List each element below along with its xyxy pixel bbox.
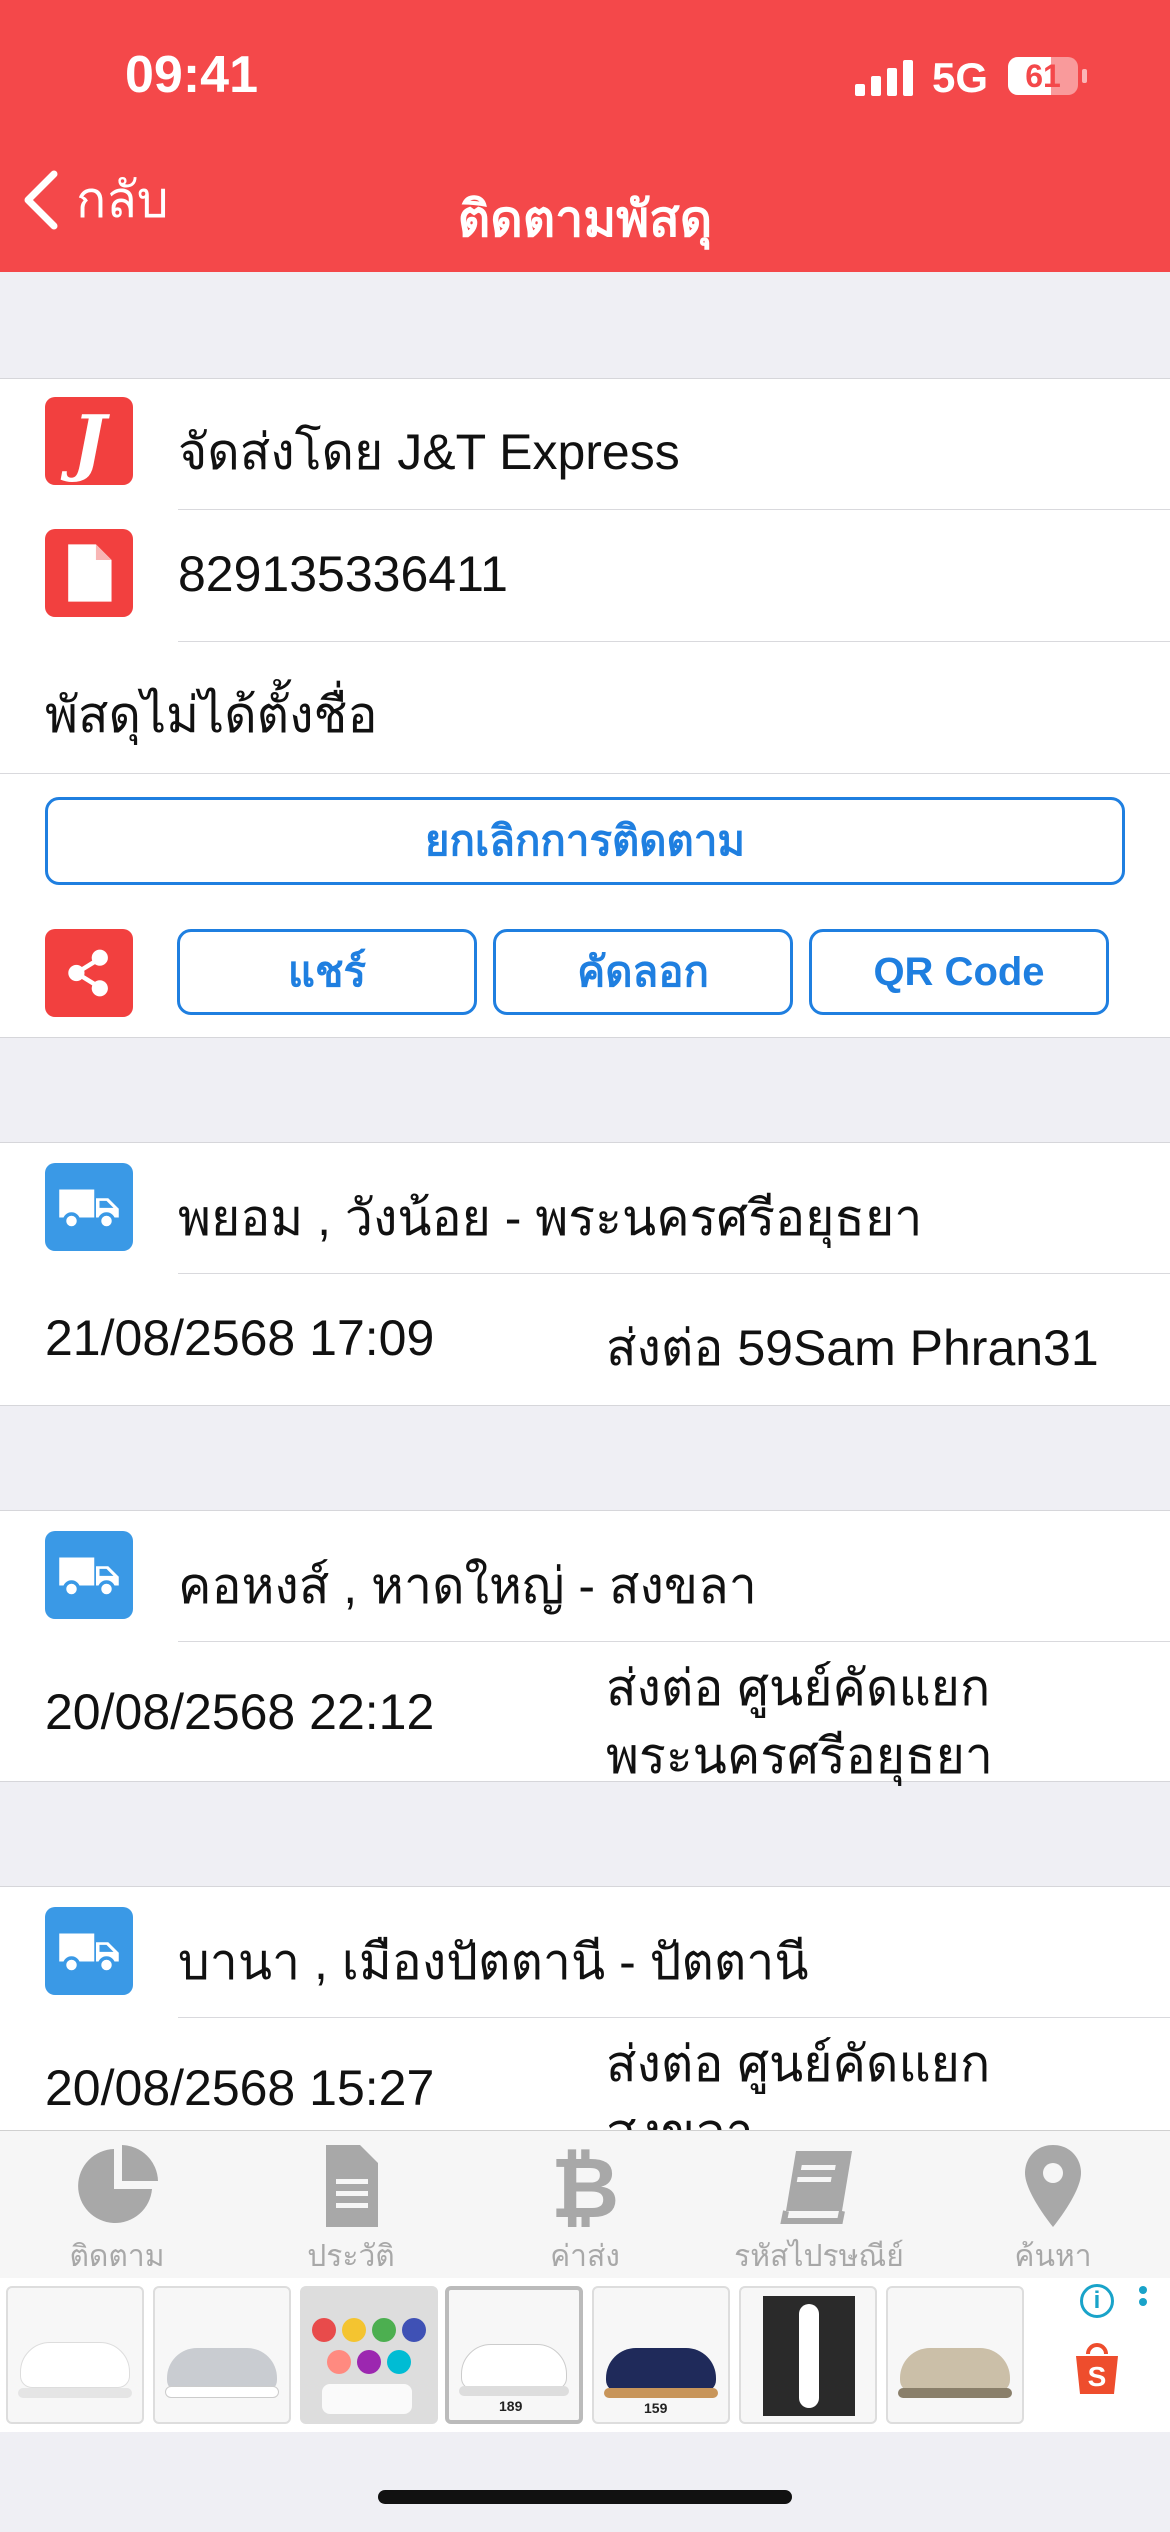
event-datetime: 20/08/2568 15:27 (45, 2060, 435, 2116)
tab-label: ติดตาม (69, 2240, 165, 2273)
pie-chart-icon (78, 2145, 158, 2223)
shopee-icon[interactable]: S (1072, 2340, 1122, 2396)
ad-banner[interactable]: 189 159 i S (0, 2278, 1170, 2432)
bitcoin-icon: ₿ (551, 2141, 619, 2231)
carrier-logo: J (45, 397, 133, 485)
tab-label: ค้นหา (1014, 2240, 1092, 2273)
book-icon (780, 2151, 852, 2224)
tab-bar: ติดตาม ประวัติ ₿ ค่าส่ง รหัสไปรษณีย์ ค้น… (0, 2130, 1170, 2279)
qr-code-button[interactable]: QR Code (809, 929, 1109, 1015)
carrier-name: จัดส่งโดย J&T Express (178, 424, 680, 480)
tab-tracking[interactable]: ติดตาม (0, 2141, 234, 2280)
parcel-info-section: J จัดส่งโดย J&T Express 829135336411 พัส… (0, 378, 1170, 1038)
truck-icon (45, 1907, 133, 1995)
signal-icon (855, 60, 913, 96)
tab-postcode[interactable]: รหัสไปรษณีย์ (702, 2141, 936, 2280)
tab-label: ประวัติ (307, 2240, 395, 2273)
home-indicator (378, 2490, 792, 2504)
location-pin-icon (1025, 2145, 1081, 2227)
battery-icon: 61 (1008, 57, 1078, 95)
event-location: บานา , เมืองปัตตานี - ปัตตานี (178, 1934, 809, 1990)
cancel-tracking-button[interactable]: ยกเลิกการติดตาม (45, 797, 1125, 885)
back-label: กลับ (76, 171, 169, 228)
tracking-event: พยอม , วังน้อย - พระนครศรีอยุธยา 21/08/2… (0, 1142, 1170, 1406)
copy-button[interactable]: คัดลอก (493, 929, 793, 1015)
event-datetime: 21/08/2568 17:09 (45, 1310, 435, 1366)
ad-product[interactable] (153, 2286, 291, 2424)
svg-text:₿: ₿ (551, 2141, 619, 2231)
status-time: 09:41 (125, 46, 258, 104)
ad-product[interactable]: 159 (592, 2286, 730, 2424)
page-title: ติดตามพัสดุ (457, 191, 713, 247)
event-location: พยอม , วังน้อย - พระนครศรีอยุธยา (178, 1190, 923, 1246)
battery-level: 61 (1025, 58, 1061, 94)
tab-label: รหัสไปรษณีย์ (734, 2240, 904, 2273)
ad-product[interactable] (300, 2286, 438, 2424)
ad-product[interactable] (6, 2286, 144, 2424)
navigation-bar: กลับ ติดตามพัสดุ (0, 140, 1170, 272)
info-icon[interactable]: i (1080, 2284, 1114, 2318)
tab-search[interactable]: ค้นหา (936, 2141, 1170, 2280)
tracking-event: คอหงส์ , หาดใหญ่ - สงขลา 20/08/2568 22:1… (0, 1510, 1170, 1784)
ad-price: 189 (499, 2398, 523, 2414)
document-icon (326, 2145, 378, 2227)
ad-product[interactable] (886, 2286, 1024, 2424)
truck-icon (45, 1531, 133, 1619)
parcel-name[interactable]: พัสดุไม่ได้ตั้งชื่อ (45, 676, 378, 755)
event-status-line2: พระนครศรีอยุธยา (606, 1728, 993, 1784)
tracking-event: บานา , เมืองปัตตานี - ปัตตานี 20/08/2568… (0, 1886, 1170, 2147)
share-button[interactable]: แชร์ (177, 929, 477, 1015)
back-button[interactable]: กลับ (20, 165, 169, 235)
network-type: 5G (932, 54, 989, 101)
event-location: คอหงส์ , หาดใหญ่ - สงขลา (178, 1558, 757, 1614)
truck-icon (45, 1163, 133, 1251)
tab-history[interactable]: ประวัติ (234, 2141, 468, 2280)
tab-shipping-cost[interactable]: ₿ ค่าส่ง (468, 2141, 702, 2280)
tracking-number[interactable]: 829135336411 (178, 545, 508, 603)
ad-price: 159 (644, 2400, 668, 2416)
chevron-left-icon (24, 170, 58, 230)
status-bar: 09:41 5G 61 (0, 0, 1170, 140)
svg-text:S: S (1088, 2361, 1107, 2392)
event-status: ส่งต่อ 59Sam Phran31 (606, 1320, 1099, 1376)
ad-product[interactable]: 189 (445, 2286, 583, 2424)
event-datetime: 20/08/2568 22:12 (45, 1684, 435, 1740)
document-icon (45, 529, 133, 617)
more-icon[interactable] (1138, 2284, 1148, 2320)
ad-product[interactable] (739, 2286, 877, 2424)
tab-label: ค่าส่ง (550, 2240, 620, 2273)
share-icon[interactable] (45, 929, 133, 1017)
